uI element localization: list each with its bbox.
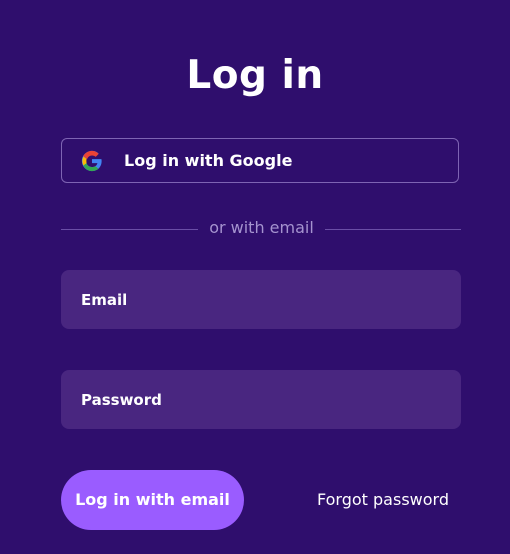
- divider-line-left: [61, 229, 198, 230]
- google-login-label: Log in with Google: [124, 151, 293, 170]
- divider-text: or with email: [209, 218, 314, 237]
- google-login-button[interactable]: Log in with Google: [61, 138, 459, 183]
- google-icon: [81, 150, 102, 172]
- page-title: Log in: [186, 53, 324, 99]
- login-page: Log in Log in with Google or with email …: [0, 0, 510, 554]
- divider-line-right: [325, 229, 461, 230]
- password-input[interactable]: [81, 390, 441, 409]
- email-field-container: [61, 270, 461, 329]
- password-field-container: [61, 370, 461, 429]
- email-login-button[interactable]: Log in with email: [61, 470, 244, 530]
- email-input[interactable]: [81, 290, 441, 309]
- forgot-password-link[interactable]: Forgot password: [317, 489, 449, 511]
